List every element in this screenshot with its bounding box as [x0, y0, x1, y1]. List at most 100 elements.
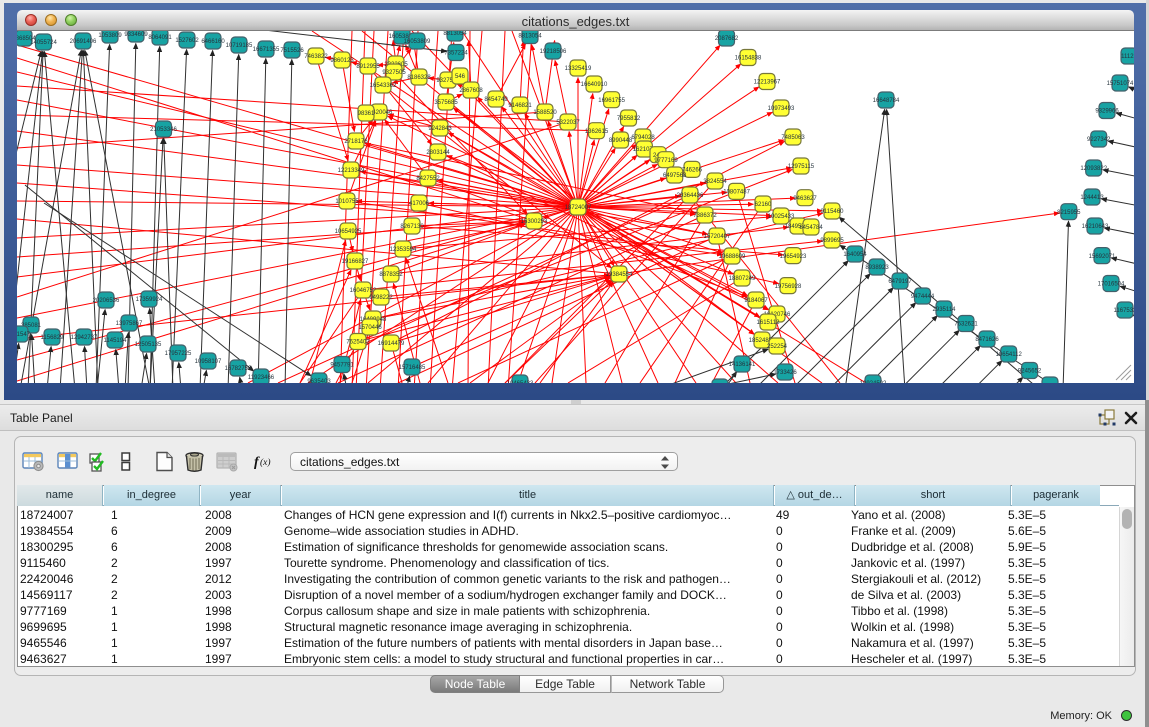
svg-text:98361: 98361	[358, 111, 375, 117]
svg-text:12213967: 12213967	[754, 80, 781, 86]
svg-text:17359924: 17359924	[136, 297, 163, 303]
svg-text:11121: 11121	[1121, 54, 1134, 60]
svg-text:20206536: 20206536	[93, 298, 120, 304]
svg-text:1527602: 1527602	[175, 38, 199, 44]
svg-text:1010755: 1010755	[335, 199, 359, 205]
svg-text:13975867: 13975867	[116, 321, 143, 327]
svg-text:9463627: 9463627	[793, 196, 817, 202]
svg-text:7463822: 7463822	[304, 54, 328, 60]
svg-text:7955812: 7955812	[617, 116, 641, 122]
svg-text:16640910: 16640910	[581, 82, 608, 88]
svg-text:15720407: 15720407	[704, 234, 731, 240]
svg-text:17016504: 17016504	[1098, 282, 1125, 288]
svg-text:9242843: 9242843	[428, 126, 452, 132]
svg-text:2867608: 2867608	[459, 88, 483, 94]
svg-text:18724007: 18724007	[565, 205, 592, 211]
svg-text:1053809: 1053809	[98, 33, 122, 39]
svg-text:10688609: 10688609	[719, 254, 746, 260]
svg-text:17957225: 17957225	[165, 351, 192, 357]
svg-text:8267130: 8267130	[400, 224, 424, 230]
svg-text:10973493: 10973493	[768, 106, 795, 112]
svg-text:6497568: 6497568	[663, 173, 687, 179]
svg-text:7632621: 7632621	[954, 322, 978, 328]
svg-text:1362615: 1362615	[585, 129, 609, 135]
svg-text:16961755: 16961755	[598, 98, 625, 104]
svg-text:9329966: 9329966	[1095, 109, 1119, 115]
svg-text:2087682: 2087682	[715, 36, 739, 42]
svg-text:8064091: 8064091	[148, 35, 172, 41]
svg-text:10958107: 10958107	[195, 359, 222, 365]
svg-text:7357224: 7357224	[444, 51, 468, 57]
svg-text:7485063: 7485063	[781, 135, 805, 141]
svg-text:7625402: 7625402	[346, 340, 370, 346]
svg-text:16053809: 16053809	[404, 39, 431, 45]
svg-text:1570446: 1570446	[358, 325, 382, 331]
svg-text:15692071: 15692071	[1089, 254, 1116, 260]
svg-text:11923466: 11923466	[248, 375, 275, 381]
svg-text:9777169: 9777169	[654, 158, 678, 164]
svg-text:252254: 252254	[767, 344, 788, 350]
svg-text:16914479: 16914479	[378, 341, 405, 347]
svg-text:1167533: 1167533	[1114, 308, 1134, 314]
svg-text:9334609: 9334609	[124, 32, 148, 38]
svg-text:8186328: 8186328	[407, 75, 431, 81]
svg-text:8471626: 8471626	[975, 337, 999, 343]
svg-text:15716485: 15716485	[399, 365, 426, 371]
svg-text:7515526: 7515526	[280, 48, 304, 54]
svg-text:13325419: 13325419	[565, 66, 592, 72]
svg-text:14055724: 14055724	[30, 40, 57, 46]
svg-text:1733426: 1733426	[773, 370, 797, 376]
svg-text:2718176: 2718176	[344, 139, 368, 145]
svg-text:8813054: 8813054	[443, 31, 467, 37]
svg-text:9327505: 9327505	[382, 70, 406, 76]
svg-text:9227342: 9227342	[1087, 137, 1111, 143]
svg-text:1244413: 1244413	[1080, 195, 1104, 201]
svg-text:18807249: 18807249	[729, 276, 756, 282]
svg-text:12942737: 12942737	[71, 335, 98, 341]
svg-text:5322037: 5322037	[556, 120, 580, 126]
svg-text:16782759: 16782759	[225, 366, 252, 372]
svg-text:9457791: 9457791	[330, 363, 354, 369]
svg-text:8912955: 8912955	[356, 64, 380, 70]
svg-text:20691406: 20691406	[70, 39, 97, 45]
svg-text:1588520: 1588520	[533, 110, 557, 116]
svg-text:15300293: 15300293	[521, 219, 548, 225]
svg-text:10654112: 10654112	[996, 352, 1023, 358]
svg-text:10654925: 10654925	[335, 229, 362, 235]
svg-text:16154838: 16154838	[735, 56, 762, 62]
svg-text:10465433: 10465433	[507, 381, 534, 383]
svg-text:8990448: 8990448	[609, 138, 633, 144]
svg-text:15751074: 15751074	[1107, 81, 1134, 87]
svg-text:62160: 62160	[755, 202, 772, 208]
svg-text:9474444: 9474444	[911, 294, 935, 300]
svg-text:6479197: 6479197	[888, 279, 912, 285]
svg-text:8454784: 8454784	[799, 225, 823, 231]
svg-text:20364436: 20364436	[677, 193, 704, 199]
svg-text:6794028: 6794028	[631, 135, 655, 141]
svg-text:546: 546	[455, 74, 466, 80]
svg-text:16671355: 16671355	[253, 47, 280, 53]
svg-text:12213349: 12213349	[338, 168, 365, 174]
svg-text:9115460: 9115460	[821, 209, 845, 215]
svg-text:8878352: 8878352	[379, 272, 403, 278]
svg-text:19756928: 19756928	[775, 284, 802, 290]
svg-text:8215955: 8215955	[1057, 210, 1081, 216]
svg-text:8427552: 8427552	[416, 176, 440, 182]
svg-text:12093822: 12093822	[1080, 166, 1107, 172]
svg-text:10807487: 10807487	[723, 190, 750, 196]
svg-text:19384554: 19384554	[606, 272, 633, 278]
svg-text:9498222: 9498222	[369, 295, 393, 301]
svg-text:14136141: 14136141	[729, 362, 756, 368]
svg-text:9899695: 9899695	[820, 238, 844, 244]
svg-text:9184067: 9184067	[744, 298, 768, 304]
svg-text:10924502: 10924502	[860, 381, 887, 383]
svg-text:3824554: 3824554	[703, 179, 727, 185]
svg-text:7386372: 7386372	[693, 213, 717, 219]
svg-text:9245652: 9245652	[1018, 369, 1042, 375]
svg-text:8938923: 8938923	[865, 265, 889, 271]
svg-text:1156829: 1156829	[41, 335, 65, 341]
svg-text:1640954: 1640954	[843, 252, 867, 258]
svg-text:1615112: 1615112	[757, 320, 781, 326]
svg-text:9860123: 9860123	[330, 58, 354, 64]
svg-text:1145194: 1145194	[104, 338, 128, 344]
